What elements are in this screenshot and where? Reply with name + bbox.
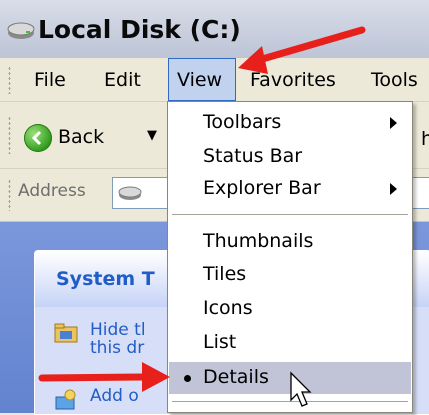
view-menu-list[interactable]: List (169, 327, 411, 359)
back-button[interactable]: Back ▼ (24, 122, 184, 158)
submenu-arrow-icon (390, 183, 397, 195)
task-hide-contents-line2[interactable]: this dr (90, 339, 144, 357)
view-menu-icons[interactable]: Icons (169, 293, 411, 325)
view-menu-tiles[interactable]: Tiles (169, 259, 411, 291)
view-menu-dropdown: Toolbars Status Bar Explorer Bar Thumbna… (167, 101, 413, 413)
view-menu-toolbars-label: Toolbars (203, 111, 282, 133)
view-menu-explorer-bar[interactable]: Explorer Bar (169, 173, 411, 205)
view-menu-thumbnails[interactable]: Thumbnails (169, 226, 411, 258)
view-menu-status-bar[interactable]: Status Bar (169, 141, 411, 173)
menubar-grip[interactable] (8, 66, 11, 94)
title-bar: Local Disk (C:) (0, 0, 429, 58)
system-tasks-title: System T (56, 268, 155, 290)
menu-separator (172, 214, 408, 215)
task-hide-contents-line1[interactable]: Hide tl (90, 321, 146, 339)
menu-favorites[interactable]: Favorites (250, 69, 336, 91)
view-menu-tiles-label: Tiles (203, 263, 247, 285)
back-dropdown-icon[interactable]: ▼ (147, 128, 157, 143)
hard-drive-icon (7, 22, 35, 39)
view-menu-details[interactable]: Details (169, 362, 411, 394)
menu-view-label: View (177, 69, 223, 91)
addressbar-grip[interactable] (8, 179, 11, 211)
view-menu-status-bar-label: Status Bar (203, 145, 303, 167)
task-add-remove-programs[interactable]: Add o (90, 387, 139, 405)
menu-file[interactable]: File (34, 69, 66, 91)
menu-tools[interactable]: Tools (371, 69, 418, 91)
toolbar-truncated-label[interactable]: h (421, 128, 429, 150)
radio-bullet-icon (184, 375, 191, 382)
view-menu-thumbnails-label: Thumbnails (203, 230, 314, 252)
view-menu-icons-label: Icons (203, 297, 253, 319)
menu-view[interactable]: View (168, 58, 236, 101)
submenu-arrow-icon (390, 117, 397, 129)
view-menu-toolbars[interactable]: Toolbars (169, 107, 411, 139)
add-remove-programs-icon (55, 389, 76, 410)
menu-separator (172, 401, 408, 402)
view-menu-list-label: List (203, 331, 237, 353)
back-arrow-icon (24, 124, 52, 152)
view-menu-details-label: Details (203, 366, 269, 388)
menu-edit[interactable]: Edit (104, 69, 141, 91)
address-label: Address (18, 181, 86, 201)
window-title: Local Disk (C:) (38, 15, 241, 44)
view-menu-explorer-bar-label: Explorer Bar (203, 177, 321, 199)
folder-hide-icon (54, 323, 78, 343)
toolbar-grip[interactable] (8, 116, 11, 154)
back-label: Back (58, 126, 105, 148)
hard-drive-icon (118, 186, 142, 200)
